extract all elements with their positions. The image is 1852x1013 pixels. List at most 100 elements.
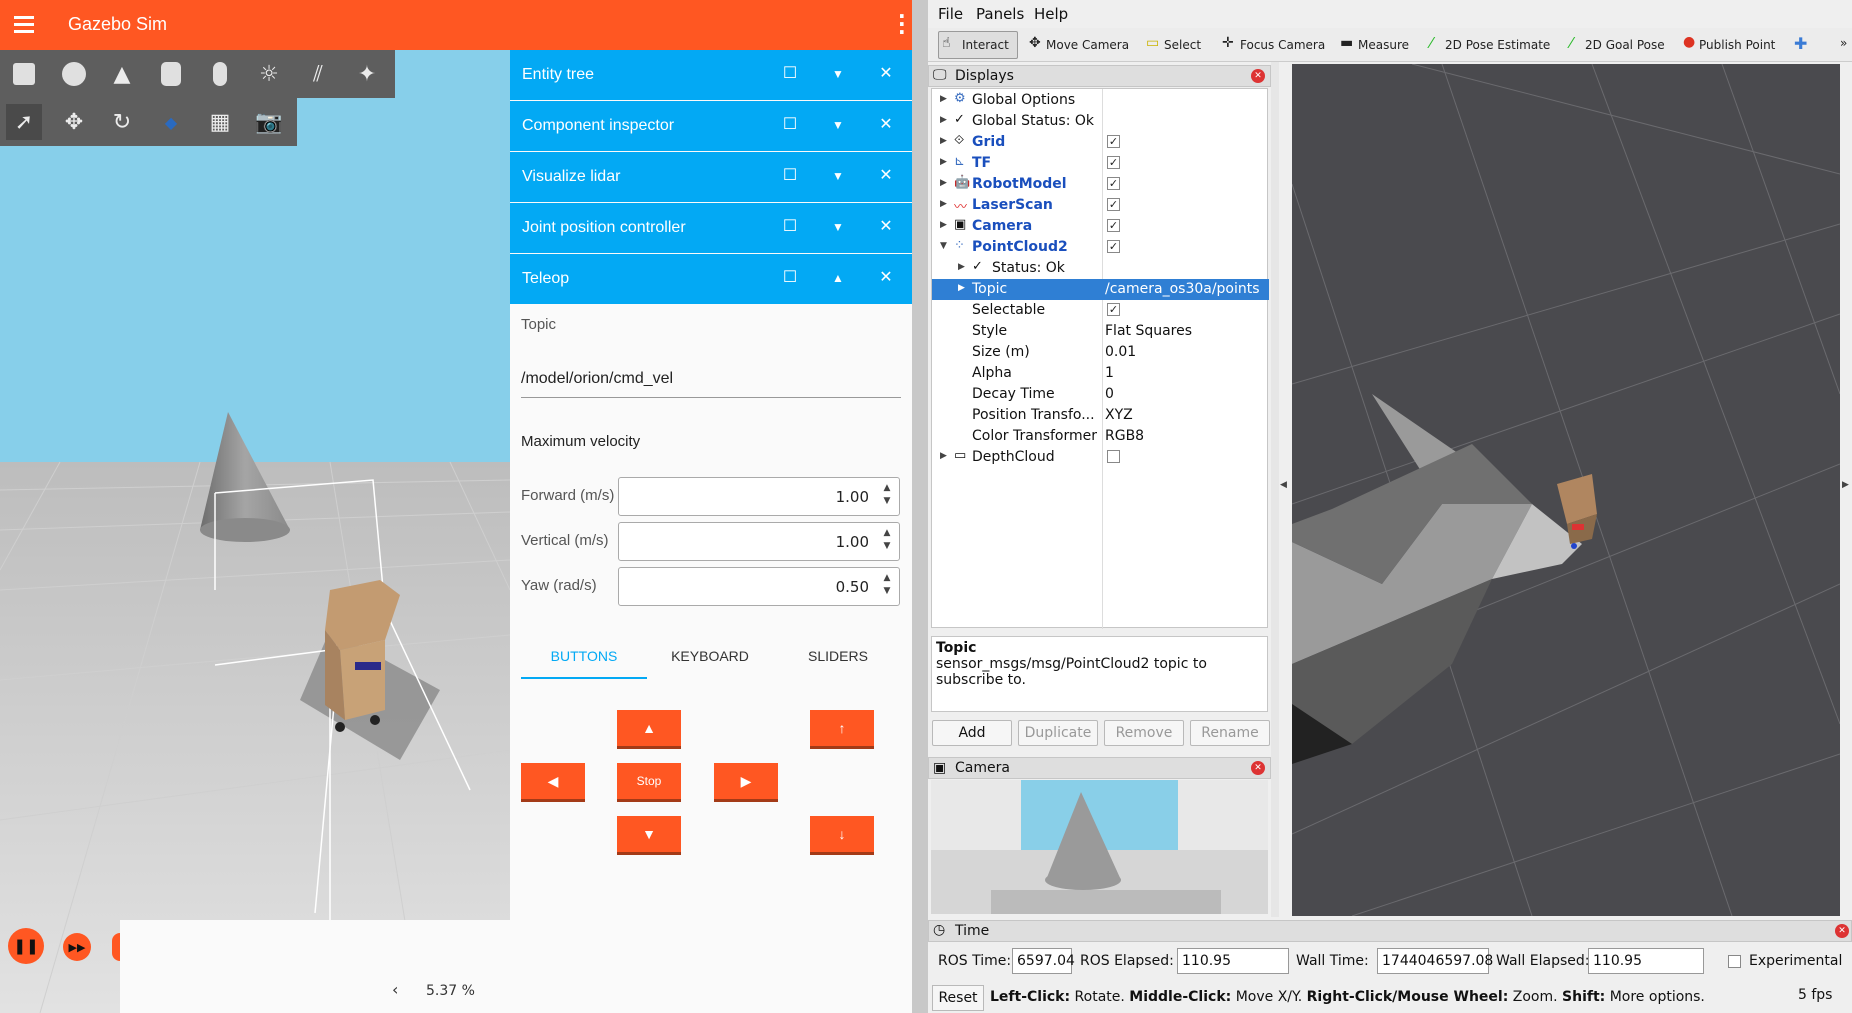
ros-time-field[interactable]: 6597.04 — [1012, 948, 1075, 974]
close-icon[interactable]: ✕ — [1251, 69, 1265, 83]
property-topic[interactable]: ▶ Topic/camera_os30a/points — [932, 279, 1269, 300]
spin-arrows-icon[interactable]: ▲ ▼ — [881, 482, 893, 508]
menu-file[interactable]: File — [938, 5, 963, 23]
collapse-left-icon[interactable]: ◀ — [1280, 480, 1287, 490]
experimental-checkbox[interactable] — [1728, 955, 1741, 968]
cone-icon[interactable]: ▲ — [104, 56, 140, 92]
step-forward-button[interactable]: ▶▶ — [63, 933, 91, 961]
topic-input[interactable]: /model/orion/cmd_vel — [521, 370, 901, 398]
property-status[interactable]: ▶ ✓ Status: Ok — [932, 258, 1269, 279]
menu-icon[interactable] — [14, 13, 34, 33]
sphere-icon[interactable] — [56, 56, 92, 92]
collapse-right-icon[interactable]: ▶ — [1842, 480, 1849, 490]
display-depth-cloud[interactable]: ▶ ▭ DepthCloud — [932, 447, 1269, 468]
collapse-icon[interactable]: ▼ — [828, 67, 848, 81]
ros-elapsed-field[interactable]: 110.95 — [1177, 948, 1289, 974]
property-decay-time[interactable]: Decay Time 0 — [932, 384, 1269, 405]
spin-arrows-icon[interactable]: ▲ ▼ — [881, 527, 893, 553]
step-count-button[interactable] — [112, 933, 120, 961]
play-pause-button[interactable]: ❚❚ — [8, 928, 44, 964]
close-icon[interactable]: ✕ — [876, 216, 896, 236]
spin-arrows-icon[interactable]: ▲ ▼ — [881, 572, 893, 598]
checkbox[interactable]: ✓ — [1107, 156, 1120, 169]
wall-elapsed-field[interactable]: 110.95 — [1588, 948, 1704, 974]
close-icon[interactable]: ✕ — [1251, 761, 1265, 775]
rviz-3d-view[interactable] — [1292, 64, 1840, 916]
more-options-icon[interactable]: · · · — [898, 6, 906, 42]
wall-time-field[interactable]: 1744046597.08 — [1377, 948, 1493, 974]
property-style[interactable]: Style Flat Squares — [932, 321, 1269, 342]
stats-collapse-icon[interactable]: ‹ — [392, 980, 398, 999]
checkbox[interactable]: ✓ — [1107, 240, 1120, 253]
maximize-icon[interactable]: ☐ — [780, 165, 800, 185]
stop-button[interactable]: Stop — [617, 763, 681, 799]
display-robot-model[interactable]: ▶ 🤖 RobotModel ✓ — [932, 174, 1269, 195]
screenshot-icon[interactable]: 📷 — [251, 104, 287, 140]
close-icon[interactable]: ✕ — [876, 165, 896, 185]
gazebo-3d-viewport[interactable] — [0, 50, 510, 1013]
display-grid[interactable]: ▶ ⟐ Grid ✓ — [932, 132, 1269, 153]
spot-light-icon[interactable]: ✦ — [349, 56, 385, 92]
panel-entity-tree[interactable]: Entity tree ☐ ▼ ✕ — [510, 50, 912, 100]
tool-measure[interactable]: Measure — [1358, 38, 1409, 52]
maximize-icon[interactable]: ☐ — [780, 267, 800, 287]
display-laser-scan[interactable]: ▶ 〰 LaserScan ✓ — [932, 195, 1269, 216]
panel-splitter[interactable] — [1271, 62, 1279, 917]
tool-2d-goal-pose[interactable]: 2D Goal Pose — [1585, 38, 1665, 52]
display-tf[interactable]: ▶ ⊾ TF ✓ — [932, 153, 1269, 174]
panel-teleop[interactable]: Teleop ☐ ▲ ✕ — [510, 254, 912, 304]
rotate-icon[interactable]: ↻ — [104, 104, 140, 140]
capsule-icon[interactable] — [202, 56, 238, 92]
forward-button[interactable]: ▲ — [617, 710, 681, 746]
vertical-down-button[interactable]: ↓ — [810, 816, 874, 852]
panel-joint-position-controller[interactable]: Joint position controller ☐ ▼ ✕ — [510, 203, 912, 253]
yaw-velocity-spinbox[interactable]: 0.50 ▲ ▼ — [618, 567, 900, 606]
panel-component-inspector[interactable]: Component inspector ☐ ▼ ✕ — [510, 101, 912, 151]
checkbox[interactable]: ✓ — [1107, 177, 1120, 190]
add-button[interactable]: Add — [932, 720, 1012, 746]
close-icon[interactable]: ✕ — [876, 114, 896, 134]
property-position-transformer[interactable]: Position Transfo... XYZ — [932, 405, 1269, 426]
panel-visualize-lidar[interactable]: Visualize lidar ☐ ▼ ✕ — [510, 152, 912, 202]
backward-button[interactable]: ▼ — [617, 816, 681, 852]
vertical-up-button[interactable]: ↑ — [810, 710, 874, 746]
tab-buttons[interactable]: BUTTONS — [521, 648, 647, 664]
tool-select[interactable]: Select — [1164, 38, 1201, 52]
collapse-icon[interactable]: ▼ — [828, 220, 848, 234]
display-global-options[interactable]: ▶ ⚙ Global Options — [932, 90, 1269, 111]
directional-light-icon[interactable]: ⫽ — [300, 56, 336, 92]
property-selectable[interactable]: Selectable ✓ — [932, 300, 1269, 321]
snap-icon[interactable]: ◆ — [153, 104, 189, 140]
forward-velocity-spinbox[interactable]: 1.00 ▲ ▼ — [618, 477, 900, 516]
menu-panels[interactable]: Panels — [976, 5, 1024, 23]
tab-sliders[interactable]: SLIDERS — [775, 648, 901, 664]
toolbar-overflow-icon[interactable]: » — [1840, 36, 1847, 50]
vertical-velocity-spinbox[interactable]: 1.00 ▲ ▼ — [618, 522, 900, 561]
checkbox[interactable]: ✓ — [1107, 303, 1120, 316]
translate-icon[interactable]: ✥ — [56, 104, 92, 140]
display-camera[interactable]: ▶ ▣ Camera ✓ — [932, 216, 1269, 237]
duplicate-button[interactable]: Duplicate — [1018, 720, 1098, 746]
rename-button[interactable]: Rename — [1190, 720, 1270, 746]
property-size[interactable]: Size (m) 0.01 — [932, 342, 1269, 363]
right-button[interactable]: ▶ — [714, 763, 778, 799]
expand-icon[interactable]: ▲ — [828, 271, 848, 285]
close-icon[interactable]: ✕ — [876, 267, 896, 287]
checkbox[interactable]: ✓ — [1107, 198, 1120, 211]
add-tool-icon[interactable]: ✚ — [1794, 34, 1807, 53]
close-icon[interactable]: ✕ — [1835, 924, 1849, 938]
tool-move-camera[interactable]: Move Camera — [1046, 38, 1129, 52]
tool-publish-point[interactable]: Publish Point — [1699, 38, 1775, 52]
maximize-icon[interactable]: ☐ — [780, 114, 800, 134]
maximize-icon[interactable]: ☐ — [780, 216, 800, 236]
checkbox[interactable] — [1107, 450, 1120, 463]
grid-icon[interactable]: ▦ — [202, 104, 238, 140]
tab-keyboard[interactable]: KEYBOARD — [647, 648, 773, 664]
display-global-status[interactable]: ▶ ✓ Global Status: Ok — [932, 111, 1269, 132]
left-button[interactable]: ◀ — [521, 763, 585, 799]
reset-button[interactable]: Reset — [932, 985, 984, 1011]
tool-focus-camera[interactable]: Focus Camera — [1240, 38, 1325, 52]
collapse-icon[interactable]: ▼ — [828, 118, 848, 132]
maximize-icon[interactable]: ☐ — [780, 63, 800, 83]
display-pointcloud2[interactable]: ▼ ⁘ PointCloud2 ✓ — [932, 237, 1269, 258]
